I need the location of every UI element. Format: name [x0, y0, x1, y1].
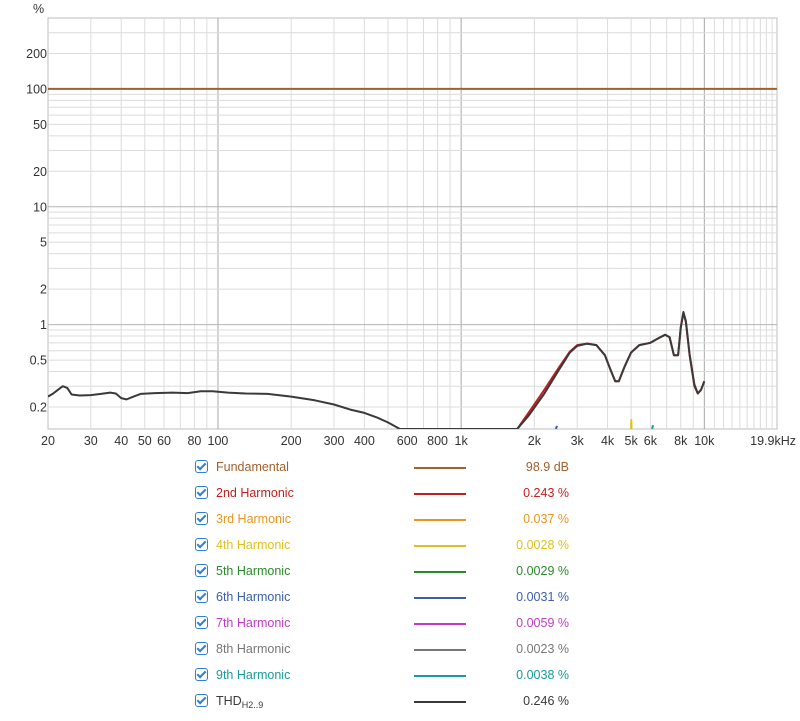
x-tick-label: 8k — [674, 434, 688, 448]
series-line-6 — [554, 425, 559, 429]
legend-name-text: 5th Harmonic — [216, 564, 291, 578]
legend-series-value: 0.0059 % — [516, 616, 569, 630]
legend-row: THDH2..9 0.246 % — [195, 690, 615, 716]
x-tick-label: 5k — [625, 434, 639, 448]
x-tick-label: 19.9kHz — [750, 434, 796, 448]
y-tick-label: 200 — [26, 47, 47, 61]
x-tick-label: 40 — [114, 434, 128, 448]
legend-series-name: 6th Harmonic — [216, 590, 290, 604]
legend-swatch-line — [414, 701, 466, 703]
plot-area — [47, 17, 778, 430]
legend-series-value: 0.243 % — [523, 486, 569, 500]
y-tick-label: 0.5 — [30, 354, 47, 368]
x-tick-label: 100 — [208, 434, 229, 448]
legend-series-name: 5th Harmonic — [216, 564, 290, 578]
y-tick-label: 1 — [40, 318, 47, 332]
legend-swatch-line — [414, 545, 466, 547]
legend-series-name: 8th Harmonic — [216, 642, 290, 656]
legend-series-value: 0.037 % — [523, 512, 569, 526]
y-tick-label: 5 — [40, 236, 47, 250]
legend-name-text: 7th Harmonic — [216, 616, 291, 630]
x-tick-label: 1k — [455, 434, 469, 448]
legend-row: 7th Harmonic 0.0059 % — [195, 612, 615, 638]
x-tick-label: 20 — [41, 434, 55, 448]
legend-row: 8th Harmonic 0.0023 % — [195, 638, 615, 664]
legend-swatch-line — [414, 519, 466, 521]
series-checkbox[interactable] — [195, 460, 208, 473]
legend-row: Fundamental 98.9 dB — [195, 456, 615, 482]
legend-swatch-line — [414, 571, 466, 573]
legend-swatch-line — [414, 623, 466, 625]
legend-name-text: 9th Harmonic — [216, 668, 291, 682]
x-tick-label: 80 — [187, 434, 201, 448]
x-tick-label: 50 — [138, 434, 152, 448]
x-tick-label: 800 — [427, 434, 448, 448]
legend-series-value: 0.0038 % — [516, 668, 569, 682]
legend-series-name: THDH2..9 — [216, 694, 263, 710]
x-tick-label: 400 — [354, 434, 375, 448]
legend-row: 6th Harmonic 0.0031 % — [195, 586, 615, 612]
series-checkbox[interactable] — [195, 512, 208, 525]
legend-row: 9th Harmonic 0.0038 % — [195, 664, 615, 690]
legend-swatch-line — [414, 649, 466, 651]
legend-series-name: 4th Harmonic — [216, 538, 290, 552]
legend-series-name: 3rd Harmonic — [216, 512, 291, 526]
x-tick-label: 200 — [281, 434, 302, 448]
y-tick-label: 20 — [33, 165, 47, 179]
y-tick-label: 100 — [26, 82, 47, 96]
x-tick-label: 3k — [571, 434, 585, 448]
x-tick-label: 60 — [157, 434, 171, 448]
legend-series-value: 0.0023 % — [516, 642, 569, 656]
legend-name-text: Fundamental — [216, 460, 289, 474]
series-checkbox[interactable] — [195, 590, 208, 603]
legend-name-text: 6th Harmonic — [216, 590, 291, 604]
legend-name-text: 3rd Harmonic — [216, 512, 292, 526]
legend-series-value: 0.0029 % — [516, 564, 569, 578]
legend-swatch-line — [414, 493, 466, 495]
y-tick-label: 10 — [33, 200, 47, 214]
legend-series-value: 0.0031 % — [516, 590, 569, 604]
legend-name-text: 4th Harmonic — [216, 538, 291, 552]
series-checkbox[interactable] — [195, 616, 208, 629]
x-tick-label: 600 — [397, 434, 418, 448]
legend-swatch-line — [414, 467, 466, 469]
x-tick-label: 4k — [601, 434, 615, 448]
legend-series-value: 98.9 dB — [525, 460, 569, 474]
legend-name-text: THD — [216, 694, 242, 708]
x-tick-label: 30 — [84, 434, 98, 448]
x-tick-label: 6k — [644, 434, 658, 448]
x-tick-label: 300 — [324, 434, 345, 448]
legend-name-text: 2nd Harmonic — [216, 486, 294, 500]
series-checkbox[interactable] — [195, 538, 208, 551]
legend-series-name: 9th Harmonic — [216, 668, 290, 682]
legend-row: 2nd Harmonic 0.243 % — [195, 482, 615, 508]
legend-series-name: 7th Harmonic — [216, 616, 290, 630]
chart-legend: Fundamental 98.9 dB 2nd Harmonic 0.243 % 3rd… — [195, 456, 615, 716]
y-tick-label: 2 — [40, 283, 47, 297]
legend-row: 4th Harmonic 0.0028 % — [195, 534, 615, 560]
legend-name-text: 8th Harmonic — [216, 642, 291, 656]
x-tick-label: 2k — [528, 434, 542, 448]
series-line-9 — [651, 424, 654, 429]
y-tick-label: 50 — [33, 118, 47, 132]
series-checkbox[interactable] — [195, 642, 208, 655]
y-tick-label: 0.2 — [30, 400, 47, 414]
legend-swatch-line — [414, 597, 466, 599]
distortion-chart: 200 100 50 20 10 5 2 1 0.5 0.2% 20 30 40 50 60 80 100 200… — [26, 2, 796, 448]
legend-row: 5th Harmonic 0.0029 % — [195, 560, 615, 586]
legend-series-name: 2nd Harmonic — [216, 486, 294, 500]
x-tick-label: 10k — [694, 434, 715, 448]
legend-series-value: 0.0028 % — [516, 538, 569, 552]
legend-swatch-line — [414, 675, 466, 677]
legend-row: 3rd Harmonic 0.037 % — [195, 508, 615, 534]
series-checkbox[interactable] — [195, 668, 208, 681]
series-checkbox[interactable] — [195, 486, 208, 499]
series-checkbox[interactable] — [195, 694, 208, 707]
y-axis-label: % — [33, 2, 44, 16]
legend-series-value: 0.246 % — [523, 694, 569, 708]
legend-name-subscript: H2..9 — [241, 700, 264, 710]
legend-series-name: Fundamental — [216, 460, 289, 474]
series-checkbox[interactable] — [195, 564, 208, 577]
